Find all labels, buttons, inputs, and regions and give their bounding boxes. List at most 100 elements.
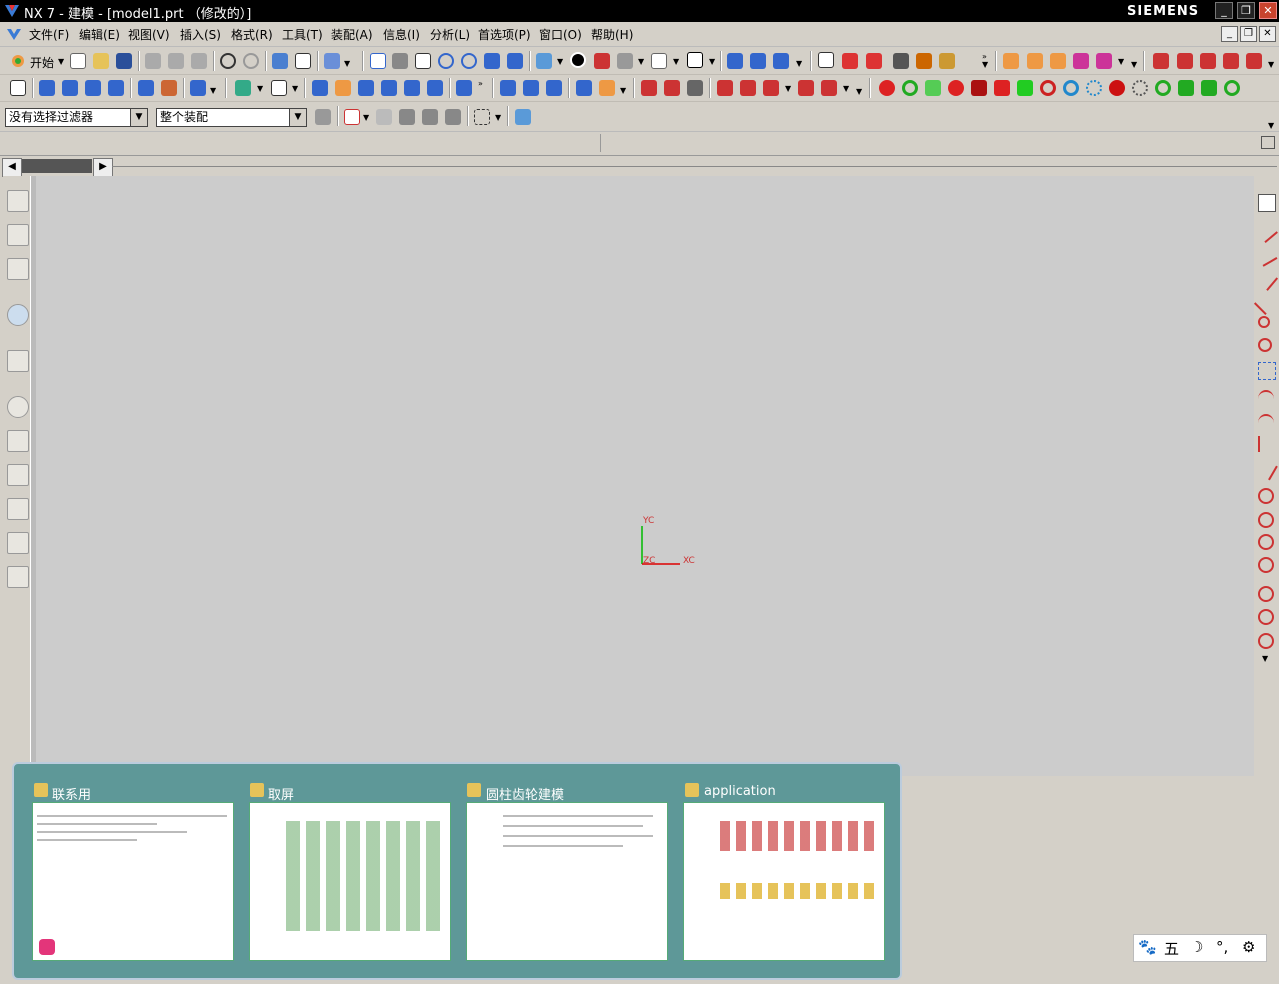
feature-icon-8[interactable] [235,80,251,96]
sketch-icon-8[interactable] [821,80,837,96]
gear-tool-icon-13[interactable] [1155,80,1171,96]
select-icon-3[interactable] [399,109,415,125]
web-browser-icon[interactable] [7,350,29,372]
circle-icon-4[interactable] [1258,557,1274,573]
shaded-icon[interactable] [536,53,552,69]
close-button[interactable]: ✕ [1259,2,1277,19]
feature-icon-3[interactable] [85,80,101,96]
open-file-icon[interactable] [93,53,109,69]
sketch-icon-3[interactable] [687,80,703,96]
undo-icon[interactable] [220,53,236,69]
feature-icon-21[interactable] [599,80,615,96]
constraint-navigator-icon[interactable] [7,224,29,246]
sketch-icon-1[interactable] [641,80,657,96]
feature-icon-10[interactable] [312,80,328,96]
arc-icon-2[interactable] [1258,414,1274,432]
circle-icon-1[interactable] [1258,488,1274,504]
start-button[interactable]: 开始 [30,54,54,71]
perspective-icon[interactable] [507,53,523,69]
copy-icon[interactable] [168,53,184,69]
tab-right-button[interactable]: ▶ [93,158,113,177]
dimension-icon[interactable] [916,53,932,69]
parallel-line-icon[interactable] [1253,267,1279,291]
snap-icon[interactable] [344,109,360,125]
menu-preferences[interactable]: 首选项(P) [478,26,531,43]
sketch-icon-4[interactable] [717,80,733,96]
paw-icon[interactable]: 🐾 [1138,938,1157,956]
minimize-button[interactable]: _ [1215,2,1233,19]
feature-icon-18[interactable] [523,80,539,96]
feature-icon-1[interactable] [39,80,55,96]
menu-insert[interactable]: 插入(S) [180,26,221,43]
select-icon[interactable] [272,53,288,69]
gear-tool-icon-9[interactable] [1063,80,1079,96]
feature-icon-11[interactable] [335,80,351,96]
app-menu-icon[interactable] [6,26,22,42]
save-icon[interactable] [116,53,132,69]
bracket-icon[interactable] [1258,436,1276,452]
gear-tool-icon-5[interactable] [971,80,987,96]
new-file-icon[interactable] [70,53,86,69]
box-icon[interactable] [1258,362,1276,380]
menu-tools[interactable]: 工具(T) [282,26,323,43]
feature-icon-15[interactable] [427,80,443,96]
feature-icon-4[interactable] [108,80,124,96]
cross-line-icon[interactable] [1253,290,1279,316]
menu-file[interactable]: 文件(F) [29,26,69,43]
curve-icon-3[interactable] [1200,53,1216,69]
selection-filter-dropdown[interactable]: 没有选择过滤器 ▼ [5,108,148,127]
zoom-in-icon[interactable] [438,53,454,69]
measure-icon[interactable] [893,53,909,69]
feature-icon-17[interactable] [500,80,516,96]
gear-tool-icon-10[interactable] [1086,80,1102,96]
menu-assembly[interactable]: 装配(A) [331,26,373,43]
punctuation-icon[interactable]: °, [1216,938,1228,956]
part-icon[interactable] [515,109,531,125]
preview-window-1[interactable] [32,802,234,961]
assembly-icon-3[interactable] [1050,53,1066,69]
preview-window-4[interactable] [683,802,885,961]
assembly-icon-5[interactable] [1096,53,1112,69]
gear-tool-icon-2[interactable] [902,80,918,96]
snap-toggle-icon[interactable] [1258,194,1276,212]
feature-icon-16[interactable] [456,80,472,96]
process-studio-icon[interactable] [7,464,29,486]
circle-icon-5[interactable] [1258,586,1274,602]
feature-icon-19[interactable] [546,80,562,96]
point-line-icon[interactable] [1258,316,1270,328]
gear-tool-icon-3[interactable] [925,80,941,96]
restore-button[interactable]: ❐ [1237,2,1255,19]
menu-window[interactable]: 窗口(O) [539,26,582,43]
pan-icon[interactable] [484,53,500,69]
feature-icon-2[interactable] [62,80,78,96]
sketch-icon-6[interactable] [763,80,779,96]
roles-icon[interactable] [7,532,29,554]
assembly-icon-2[interactable] [1027,53,1043,69]
history-icon[interactable] [7,396,29,418]
curve-icon-4[interactable] [1223,53,1239,69]
curve-icon-2[interactable] [1177,53,1193,69]
assembly-icon-4[interactable] [1073,53,1089,69]
arc-icon[interactable] [1258,390,1274,408]
slant-icon[interactable] [1254,457,1278,481]
command-finder-icon[interactable] [324,53,340,69]
reuse-library-icon[interactable] [7,304,29,326]
curve-icon-5[interactable] [1246,53,1262,69]
gear-icon[interactable]: ⚙ [1242,938,1255,956]
circle-icon-7[interactable] [1258,633,1274,649]
sketch-icon-5[interactable] [740,80,756,96]
endpoint-icon[interactable] [842,53,858,69]
hidden-icon[interactable] [617,53,633,69]
assembly-scope-dropdown[interactable]: 整个装配 ▼ [156,108,307,127]
tab-scroll-thumb[interactable] [22,159,92,173]
sketch-icon-7[interactable] [798,80,814,96]
color-icon[interactable] [687,52,703,68]
gear-tool-icon-6[interactable] [994,80,1010,96]
tangent-line-icon[interactable] [1258,338,1272,352]
filter-options-icon[interactable] [315,109,331,125]
part-navigator-icon[interactable] [7,258,29,280]
preview-window-2[interactable] [249,802,451,961]
gear-tool-icon-12[interactable] [1132,80,1148,96]
feature-icon-6[interactable] [161,80,177,96]
line-icon-2[interactable] [1254,243,1278,267]
